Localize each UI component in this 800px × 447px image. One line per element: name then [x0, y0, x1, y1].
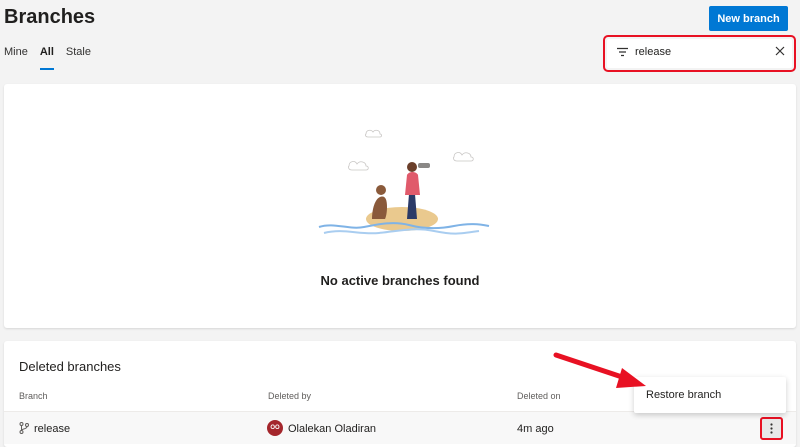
- tab-all[interactable]: All: [39, 44, 54, 70]
- column-header-branch[interactable]: Branch: [19, 391, 48, 401]
- active-branches-panel: No active branches found: [4, 84, 796, 328]
- deleted-by-name: Olalekan Oladiran: [288, 423, 377, 435]
- page-title: Branches: [4, 6, 96, 28]
- deleted-on-time: 4m ago: [517, 423, 554, 435]
- close-icon[interactable]: [775, 46, 785, 56]
- empty-state-message: No active branches found: [320, 273, 480, 288]
- filter-value: release: [635, 46, 672, 58]
- tab-stale[interactable]: Stale: [66, 44, 91, 70]
- avatar: OO: [267, 420, 283, 436]
- branch-filter-input[interactable]: release: [607, 39, 792, 68]
- branch-tabs: Mine All Stale: [4, 44, 91, 70]
- tab-mine[interactable]: Mine: [4, 44, 28, 70]
- filter-icon: [617, 47, 628, 57]
- table-row[interactable]: release OO Olalekan Oladiran 4m ago: [4, 411, 796, 444]
- column-header-deleted-by[interactable]: Deleted by: [268, 391, 311, 401]
- empty-state-illustration: [318, 129, 490, 235]
- branch-name[interactable]: release: [34, 423, 70, 435]
- section-title: Deleted branches: [19, 359, 121, 374]
- more-vertical-icon: [770, 423, 773, 434]
- branch-icon: [19, 422, 29, 434]
- new-branch-button[interactable]: New branch: [709, 6, 788, 31]
- column-header-deleted-on[interactable]: Deleted on: [517, 391, 561, 401]
- menu-item-restore-branch[interactable]: Restore branch: [646, 389, 721, 401]
- more-options-button[interactable]: [760, 417, 783, 440]
- row-context-menu: Restore branch: [634, 377, 786, 413]
